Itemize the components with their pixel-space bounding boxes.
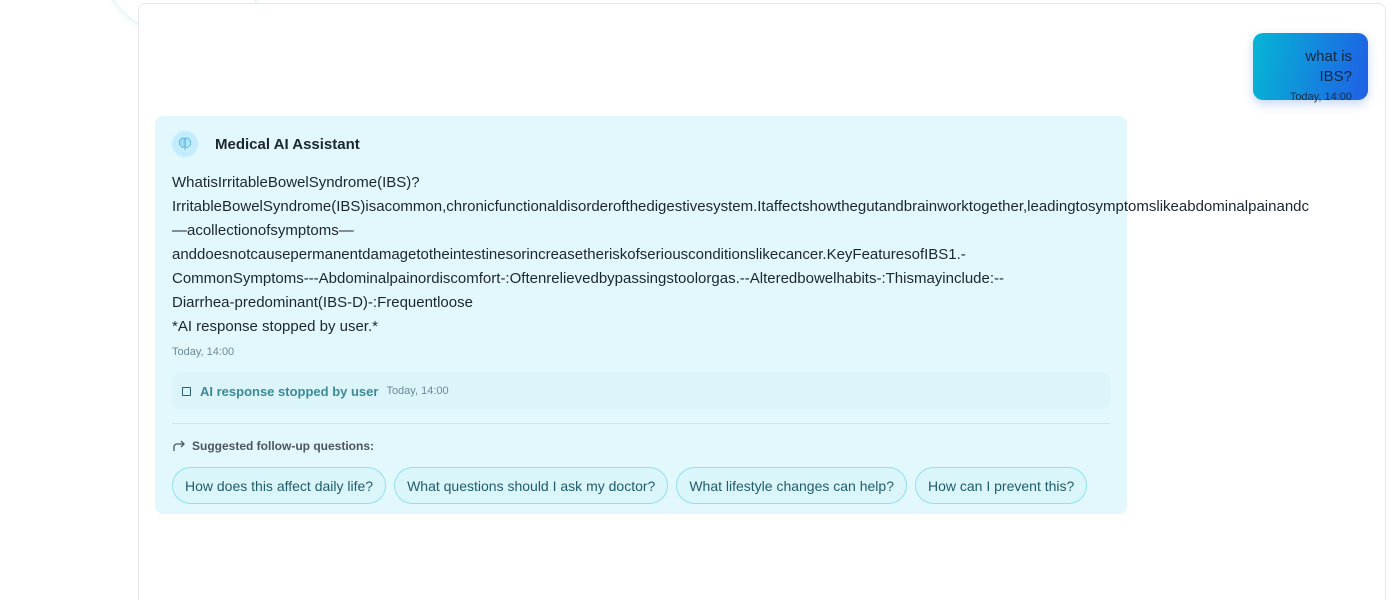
- assistant-name: Medical AI Assistant: [215, 135, 360, 153]
- user-message-text: what is IBS?: [1305, 48, 1352, 85]
- followup-chip[interactable]: How can I prevent this?: [915, 467, 1088, 504]
- assistant-message-card: Medical AI Assistant WhatisIrritableBowe…: [155, 116, 1309, 514]
- stopped-notice: AI response stopped by user Today, 14:00: [172, 373, 1110, 409]
- followup-chips: How does this affect daily life? What qu…: [172, 467, 1088, 504]
- followup-header: Suggested follow-up questions:: [172, 439, 374, 453]
- followup-chip[interactable]: What lifestyle changes can help?: [676, 467, 907, 504]
- assistant-header: Medical AI Assistant: [171, 130, 360, 158]
- chat-panel: what is IBS? Today, 14:00 Medical AI Ass…: [138, 3, 1386, 600]
- message-line: Diarrhea-predominant(IBS-D)-:Frequentloo…: [172, 294, 473, 311]
- message-line: —acollectionofsymptoms—: [172, 222, 354, 239]
- stopped-notice-label: AI response stopped by user: [200, 383, 379, 399]
- stopped-notice-time: Today, 14:00: [386, 385, 449, 397]
- user-message-bubble: what is IBS? Today, 14:00: [1253, 33, 1368, 103]
- message-line: WhatisIrritableBowelSyndrome(IBS)?: [172, 174, 420, 191]
- forward-arrow-icon: [173, 440, 185, 451]
- user-message-time: Today, 14:00: [1289, 91, 1352, 103]
- followup-chip[interactable]: How does this affect daily life?: [172, 467, 387, 504]
- stop-square-icon: [182, 386, 191, 396]
- divider: [172, 423, 1110, 424]
- message-line: IrritableBowelSyndrome(IBS)isacommon,chr…: [172, 198, 1309, 215]
- followup-title: Suggested follow-up questions:: [192, 439, 374, 453]
- assistant-message-time: Today, 14:00: [172, 346, 235, 358]
- assistant-message-text: WhatisIrritableBowelSyndrome(IBS)? Irrit…: [172, 171, 1385, 339]
- message-line: anddoesnotcausepermanentdamagetotheintes…: [172, 246, 966, 263]
- message-line: *AI response stopped by user.*: [172, 318, 378, 335]
- brain-icon: [171, 130, 199, 158]
- message-line: CommonSymptoms---Abdominalpainordiscomfo…: [172, 270, 1005, 287]
- followup-chip[interactable]: What questions should I ask my doctor?: [394, 467, 669, 504]
